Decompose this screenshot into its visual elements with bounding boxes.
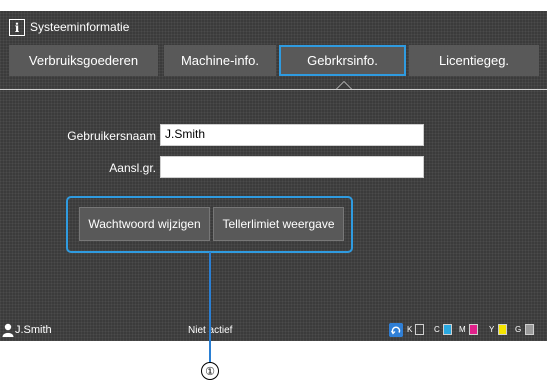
ink-label-y: Y [489,325,495,334]
group-label: Aansl.gr. [109,161,156,175]
username-label: Gebruikersnaam [67,129,156,143]
page-title: Systeeminformatie [30,20,130,34]
tab-license-info[interactable]: Licentiegeg. [409,45,539,76]
ink-level-c [443,324,452,335]
ink-label-g: G [515,325,522,334]
counter-limit-button[interactable]: Tellerlimiet weergave [213,207,344,241]
title-bar: i Systeeminformatie [0,11,547,41]
change-password-button[interactable]: Wachtwoord wijzigen [79,207,210,241]
tab-bar: Verbruiksgoederen Machine-info. Gebrkrsi… [9,45,539,76]
tab-divider [0,89,547,90]
ink-refresh-icon[interactable] [389,323,403,337]
tab-machine-info[interactable]: Machine-info. [164,45,276,76]
ink-level-g [525,324,534,335]
username-field: J.Smith [160,124,424,146]
info-icon: i [9,19,25,36]
ink-label-k: K [407,325,413,334]
system-info-screen: i Systeeminformatie Verbruiksgoederen Ma… [0,11,547,341]
active-tab-pointer [336,81,352,89]
user-name: J.Smith [15,324,52,336]
button-group-highlight: Wachtwoord wijzigen Tellerlimiet weergav… [66,196,353,253]
callout-number: ① [201,362,219,380]
tab-consumables[interactable]: Verbruiksgoederen [9,45,158,76]
status-bar: J.Smith Niet actief K C M Y G [0,319,547,341]
ink-label-c: C [434,325,440,334]
ink-level-k [415,324,424,335]
ink-level-y [498,324,507,335]
ink-level-m [469,324,478,335]
group-field [160,156,424,178]
callout-line [209,252,211,362]
tab-user-info[interactable]: Gebrkrsinfo. [279,45,406,76]
user-icon [2,323,14,337]
ink-label-m: M [459,325,466,334]
